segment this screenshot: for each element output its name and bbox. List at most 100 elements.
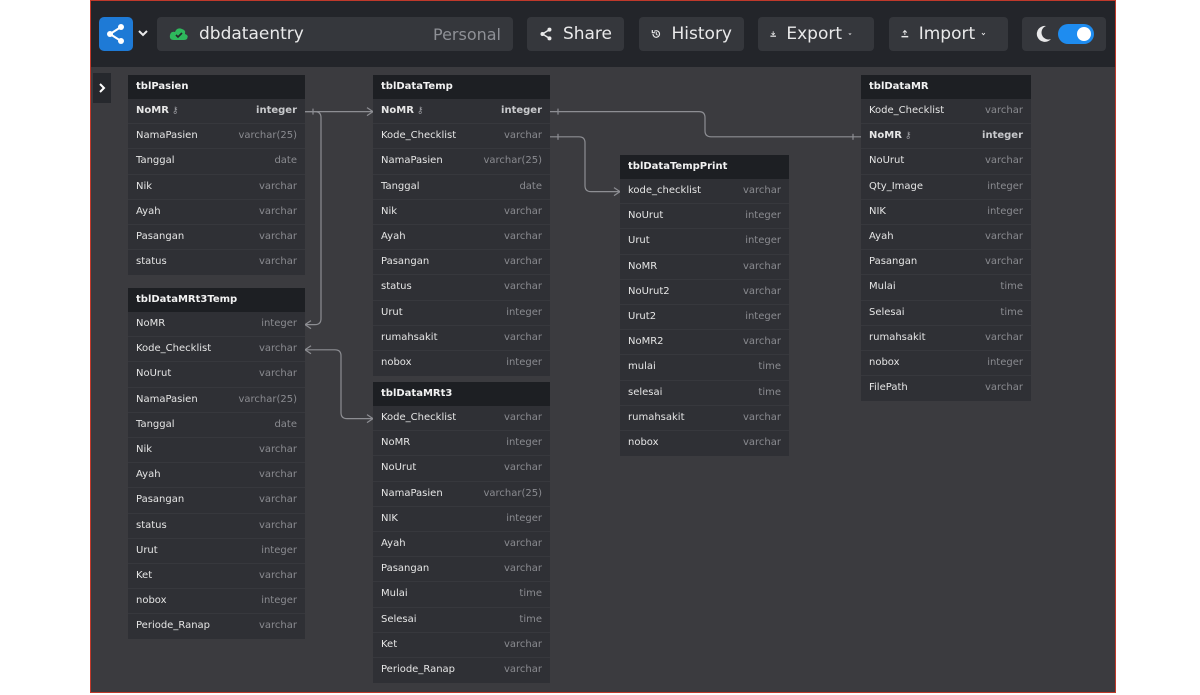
table-field-row[interactable]: NoMR ⚷ integer [861, 124, 1031, 150]
table-field-row[interactable]: NoUrut2 varchar [620, 280, 789, 305]
field-type: varchar(25) [238, 393, 297, 405]
table-field-row[interactable]: Selesai time [373, 608, 550, 633]
table-field-row[interactable]: NoMR ⚷ integer [373, 99, 550, 125]
table-field-row[interactable]: Periode_Ranap varchar [373, 658, 550, 683]
table-header[interactable]: tblDataMRt3Temp [128, 288, 305, 312]
table-field-row[interactable]: Ayah varchar [128, 463, 305, 489]
table-field-row[interactable]: Nik varchar [128, 438, 305, 464]
field-type: varchar [503, 412, 542, 423]
table-field-row[interactable]: Urut integer [620, 229, 789, 255]
field-name: NIK [381, 512, 398, 524]
table-tblDataMRt3Temp[interactable]: tblDataMRt3Temp NoMR integer Kode_Checklist… [128, 288, 305, 640]
table-field-row[interactable]: Periode_Ranap varchar [128, 614, 305, 639]
table-field-row[interactable]: Kode_Checklist varchar [128, 337, 305, 363]
table-field-row[interactable]: NoMR integer [373, 431, 550, 457]
table-field-row[interactable]: Ayah varchar [861, 225, 1031, 251]
table-field-row[interactable]: NIK integer [861, 200, 1031, 225]
table-field-row[interactable]: Pasangan varchar [373, 250, 550, 276]
table-field-row[interactable]: status varchar [128, 250, 305, 275]
relation-line[interactable] [305, 111, 322, 326]
table-header[interactable]: tblDataTemp [373, 75, 550, 99]
field-name: NoMR ⚷ [869, 130, 912, 142]
table-field-row[interactable]: Tanggal date [128, 149, 305, 175]
table-field-row[interactable]: rumahsakit varchar [861, 326, 1031, 351]
table-tblPasien[interactable]: tblPasien NoMR ⚷ integer NamaPasien varchar(2… [128, 75, 305, 276]
table-field-row[interactable]: nobox varchar [620, 431, 789, 456]
field-name: NoUrut [628, 210, 664, 222]
table-tblDataTemp[interactable]: tblDataTemp NoMR ⚷ integer Kode_Checklist var… [373, 75, 550, 377]
table-field-row[interactable]: NamaPasien varchar(25) [373, 149, 550, 175]
table-field-row[interactable]: Kode_Checklist varchar [373, 406, 550, 432]
field-type: varchar [503, 230, 542, 242]
table-field-row[interactable]: NIK integer [373, 507, 550, 532]
table-field-row[interactable]: NoMR2 varchar [620, 330, 789, 356]
table-field-row[interactable]: Tanggal date [373, 175, 550, 200]
table-field-row[interactable]: NoUrut varchar [128, 362, 305, 388]
table-field-row[interactable]: Urut2 integer [620, 305, 789, 331]
field-name: Kode_Checklist [869, 105, 945, 116]
table-field-row[interactable]: selesai time [620, 381, 789, 406]
table-tblDataMR[interactable]: tblDataMR Kode_Checklist varchar NoMR ⚷ integ… [861, 75, 1031, 402]
table-field-row[interactable]: NoMR ⚷ integer [128, 99, 305, 125]
table-field-row[interactable]: rumahsakit varchar [620, 406, 789, 431]
table-tblDataMRt3[interactable]: tblDataMRt3 Kode_Checklist varchar NoMR inte… [373, 382, 550, 684]
table-header[interactable]: tblDataMRt3 [373, 382, 550, 406]
table-header[interactable]: tblDataTempPrint [620, 155, 789, 179]
table-field-row[interactable]: FilePath varchar [861, 376, 1031, 401]
table-field-row[interactable]: mulai time [620, 355, 789, 381]
table-field-row[interactable]: NamaPasien varchar(25) [128, 388, 305, 413]
table-field-row[interactable]: rumahsakit varchar [373, 326, 550, 351]
table-field-row[interactable]: Pasangan varchar [128, 225, 305, 251]
table-field-row[interactable]: NoMR integer [128, 312, 305, 338]
table-field-row[interactable]: NamaPasien varchar(25) [128, 124, 305, 150]
table-field-row[interactable]: NoUrut varchar [373, 456, 550, 482]
relation-line[interactable] [305, 349, 373, 420]
table-field-row[interactable]: status varchar [373, 275, 550, 301]
table-field-row[interactable]: Ket varchar [373, 633, 550, 658]
table-field-row[interactable]: Ayah varchar [373, 225, 550, 251]
table-field-row[interactable]: nobox integer [861, 351, 1031, 377]
table-field-row[interactable]: NamaPasien varchar(25) [373, 482, 550, 507]
table-field-row[interactable]: NoUrut integer [620, 204, 789, 230]
field-type: time [519, 613, 542, 625]
table-field-row[interactable]: Nik varchar [128, 175, 305, 200]
field-name: Mulai [869, 281, 896, 293]
table-field-row[interactable]: Mulai time [373, 582, 550, 608]
table-field-row[interactable]: Qty_Image integer [861, 175, 1031, 200]
table-field-row[interactable]: Pasangan varchar [373, 557, 550, 583]
table-field-row[interactable]: NoMR varchar [620, 255, 789, 280]
table-field-row[interactable]: nobox integer [128, 589, 305, 615]
field-name: Ayah [869, 230, 894, 242]
table-field-row[interactable]: Pasangan varchar [128, 488, 305, 514]
table-field-row[interactable]: Mulai time [861, 275, 1031, 301]
table-tblDataTempPrint[interactable]: tblDataTempPrint kode_checklist varchar NoU… [620, 155, 789, 457]
field-name: Pasangan [381, 256, 430, 268]
table-field-row[interactable]: Ayah varchar [128, 200, 305, 225]
field-name: NoMR [136, 318, 166, 329]
table-field-row[interactable]: NoUrut varchar [861, 149, 1031, 175]
relation-line[interactable] [550, 136, 620, 193]
table-field-row[interactable]: kode_checklist varchar [620, 179, 789, 205]
table-field-row[interactable]: Selesai time [861, 301, 1031, 326]
table-field-row[interactable]: Ayah varchar [373, 532, 550, 558]
table-header[interactable]: tblDataMR [861, 75, 1031, 99]
table-field-row[interactable]: Ket varchar [128, 564, 305, 590]
table-field-row[interactable]: nobox integer [373, 351, 550, 376]
field-name: Selesai [869, 306, 905, 318]
field-type: varchar [503, 256, 542, 268]
field-type: varchar [742, 285, 781, 297]
table-field-row[interactable]: Kode_Checklist varchar [373, 124, 550, 150]
field-name: NoMR ⚷ [381, 105, 424, 116]
table-field-row[interactable]: Tanggal date [128, 413, 305, 438]
table-field-row[interactable]: Kode_Checklist varchar [861, 99, 1031, 125]
field-type: integer [256, 105, 297, 116]
table-field-row[interactable]: status varchar [128, 514, 305, 539]
table-header[interactable]: tblPasien [128, 75, 305, 99]
table-field-row[interactable]: Pasangan varchar [861, 250, 1031, 276]
diagram-canvas[interactable]: tblPasien NoMR ⚷ integer NamaPasien varchar(2… [91, 1, 1115, 692]
relation-line[interactable] [550, 111, 861, 138]
table-field-row[interactable]: Urut integer [373, 301, 550, 326]
table-field-row[interactable]: Urut integer [128, 539, 305, 564]
table-field-row[interactable]: Nik varchar [373, 200, 550, 225]
field-type: varchar [503, 205, 542, 217]
